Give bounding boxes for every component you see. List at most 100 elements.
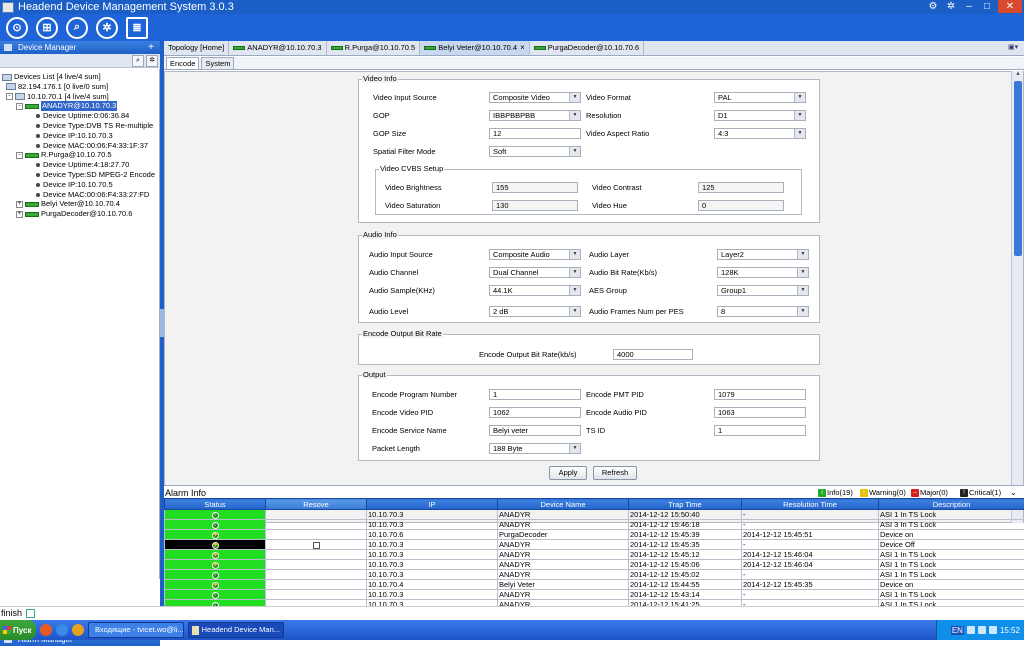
column-header[interactable]: IP [367, 499, 498, 510]
tab-device[interactable]: R.Purga@10.10.70.5 [327, 41, 421, 55]
tree-node[interactable]: Device Type:DVB TS Re-multiple [36, 121, 153, 131]
audio-layer-select[interactable]: Layer2 [717, 249, 809, 260]
tree-node[interactable]: Device Type:SD MPEG-2 Encode [36, 170, 155, 180]
tree-node[interactable]: Devices List [4 live/4 sum] [2, 72, 101, 82]
expand-toggle-icon[interactable]: + [16, 201, 23, 208]
tab-topology[interactable]: Topology [Home] [164, 41, 229, 55]
close-tab-icon[interactable]: × [520, 41, 525, 55]
alarm-row[interactable]: ⚡10.10.70.4Belyi Veter2014-12-12 15:44:5… [165, 580, 1024, 590]
resolve-cell[interactable] [266, 510, 367, 520]
scroll-up-icon[interactable]: ▲ [1013, 71, 1023, 80]
resolution-select[interactable]: D1 [714, 110, 806, 121]
close-button[interactable]: ✕ [998, 0, 1022, 13]
audio-bitrate-select[interactable]: 128K [717, 267, 809, 278]
chrome-icon[interactable] [72, 624, 84, 636]
alarm-row[interactable]: ⚡10.10.70.3ANADYR2014-12-12 15:45:35-Dev… [165, 540, 1024, 550]
alarm-row[interactable]: i10.10.70.3ANADYR2014-12-12 15:50:40-ASI… [165, 510, 1024, 520]
gop-size-input[interactable]: 12 [489, 128, 581, 139]
tree-node[interactable]: Device MAC:00:06:F4:33:1F:37 [36, 141, 148, 151]
column-header[interactable]: Trap Time [629, 499, 742, 510]
alarm-row[interactable]: i10.10.70.3ANADYR2014-12-12 15:45:02-ASI… [165, 570, 1024, 580]
aes-group-select[interactable]: Group1 [717, 285, 809, 296]
ts-id-input[interactable]: 1 [714, 425, 806, 436]
refresh-button[interactable]: Refresh [593, 466, 637, 480]
packet-length-select[interactable]: 188 Byte [489, 443, 581, 454]
alarm-row[interactable]: ⚡10.10.70.3ANADYR2014-12-12 15:45:122014… [165, 550, 1024, 560]
spatial-filter-select[interactable]: Soft [489, 146, 581, 157]
collapse-toggle-icon[interactable]: - [16, 152, 23, 159]
settings-icon[interactable]: ⚙ [926, 0, 940, 13]
pmt-pid-input[interactable]: 1079 [714, 389, 806, 400]
audio-frames-select[interactable]: 8 [717, 306, 809, 317]
ip-search-icon[interactable]: ⊙ [6, 17, 28, 39]
gear-icon[interactable]: ✲ [944, 0, 958, 13]
tree-node[interactable]: 82.194.176.1 [0 live/0 sum] [6, 82, 108, 92]
expand-icon[interactable]: + [148, 42, 154, 53]
tree-node[interactable]: Device Uptime:4:18:27.70 [36, 160, 129, 170]
language-indicator[interactable]: EN [951, 626, 964, 635]
tree-node[interactable]: +Belyi Veter@10.10.70.4 [16, 199, 120, 209]
video-format-select[interactable]: PAL [714, 92, 806, 103]
report-icon[interactable]: ≣ [126, 17, 148, 39]
encode-bitrate-input[interactable]: 4000 [613, 349, 693, 360]
tree-node[interactable]: Device MAC:00:06:F4:33:27:FD [36, 190, 149, 200]
resolve-cell[interactable] [266, 520, 367, 530]
critical-count[interactable]: !Critical(1) [960, 488, 1001, 497]
column-header[interactable]: Resolution Time [742, 499, 879, 510]
column-header[interactable]: Status [165, 499, 266, 510]
tab-menu-icon[interactable]: ▣▾ [1008, 43, 1020, 53]
alarm-row[interactable]: i10.10.70.3ANADYR2014-12-12 15:46:18-ASI… [165, 520, 1024, 530]
video-pid-input[interactable]: 1062 [489, 407, 581, 418]
tree-settings-icon[interactable]: ✲ [146, 55, 158, 67]
resolve-cell[interactable] [266, 540, 367, 550]
network-icon[interactable] [978, 626, 986, 634]
audio-input-source-select[interactable]: Composite Audio [489, 249, 581, 260]
aspect-ratio-select[interactable]: 4:3 [714, 128, 806, 139]
contrast-input[interactable]: 125 [698, 182, 784, 193]
ie-icon[interactable] [56, 624, 68, 636]
tree-node[interactable]: +PurgaDecoder@10.10.70.6 [16, 209, 132, 219]
device-search-icon[interactable]: ⊞ [36, 17, 58, 39]
tab-encode[interactable]: Encode [166, 57, 199, 69]
service-name-input[interactable]: Belyi veter [489, 425, 581, 436]
tree-node[interactable]: Device Uptime:0:06:36.84 [36, 111, 129, 121]
settings-gear-icon[interactable]: ✲ [96, 17, 118, 39]
column-header[interactable]: Device Name [498, 499, 629, 510]
hue-input[interactable]: 0 [698, 200, 784, 211]
resolve-checkbox[interactable] [313, 542, 320, 549]
saturation-input[interactable]: 130 [492, 200, 578, 211]
warning-count[interactable]: !Warning(0) [860, 488, 906, 497]
info-count[interactable]: iInfo(19) [818, 488, 853, 497]
task-headend[interactable]: Headend Device Man... [188, 622, 284, 638]
task-mail[interactable]: Входящие - tvicet.wo@li... [88, 622, 184, 638]
column-header[interactable]: Description [879, 499, 1024, 510]
start-button[interactable]: Пуск [0, 620, 36, 640]
content-vertical-scrollbar[interactable]: ▲ [1011, 71, 1023, 523]
audio-level-select[interactable]: 2 dB [489, 306, 581, 317]
video-input-source-select[interactable]: Composite Video [489, 92, 581, 103]
alarm-row[interactable]: ⚡10.10.70.6PurgaDecoder2014-12-12 15:45:… [165, 530, 1024, 540]
collapse-toggle-icon[interactable]: - [16, 103, 23, 110]
apply-button[interactable]: Apply [549, 466, 587, 480]
audio-channel-select[interactable]: Dual Channel [489, 267, 581, 278]
tree-node[interactable]: -ANADYR@10.10.70.3 [16, 101, 117, 111]
search-icon[interactable]: ⌕ [66, 17, 88, 39]
resolve-cell[interactable] [266, 550, 367, 560]
volume-icon[interactable] [989, 626, 997, 634]
maximize-button[interactable]: □ [980, 0, 994, 13]
tab-device[interactable]: Belyi Veter@10.10.70.4× [420, 41, 530, 55]
column-header[interactable]: Resove [266, 499, 367, 510]
tree-node[interactable]: -10.10.70.1 [4 live/4 sum] [6, 92, 109, 102]
resolve-cell[interactable] [266, 580, 367, 590]
tree-node[interactable]: -R.Purga@10.10.70.5 [16, 150, 112, 160]
audio-pid-input[interactable]: 1063 [714, 407, 806, 418]
tab-system[interactable]: System [201, 57, 234, 69]
opera-icon[interactable] [40, 624, 52, 636]
gop-select[interactable]: IBBPBBPBB [489, 110, 581, 121]
collapse-alarm-icon[interactable]: ⌄ [1010, 488, 1017, 497]
major-count[interactable]: –Major(0) [911, 488, 948, 497]
expand-toggle-icon[interactable]: + [16, 211, 23, 218]
alarm-row[interactable]: ⚡10.10.70.3ANADYR2014-12-12 15:45:062014… [165, 560, 1024, 570]
resolve-cell[interactable] [266, 590, 367, 600]
resolve-cell[interactable] [266, 530, 367, 540]
